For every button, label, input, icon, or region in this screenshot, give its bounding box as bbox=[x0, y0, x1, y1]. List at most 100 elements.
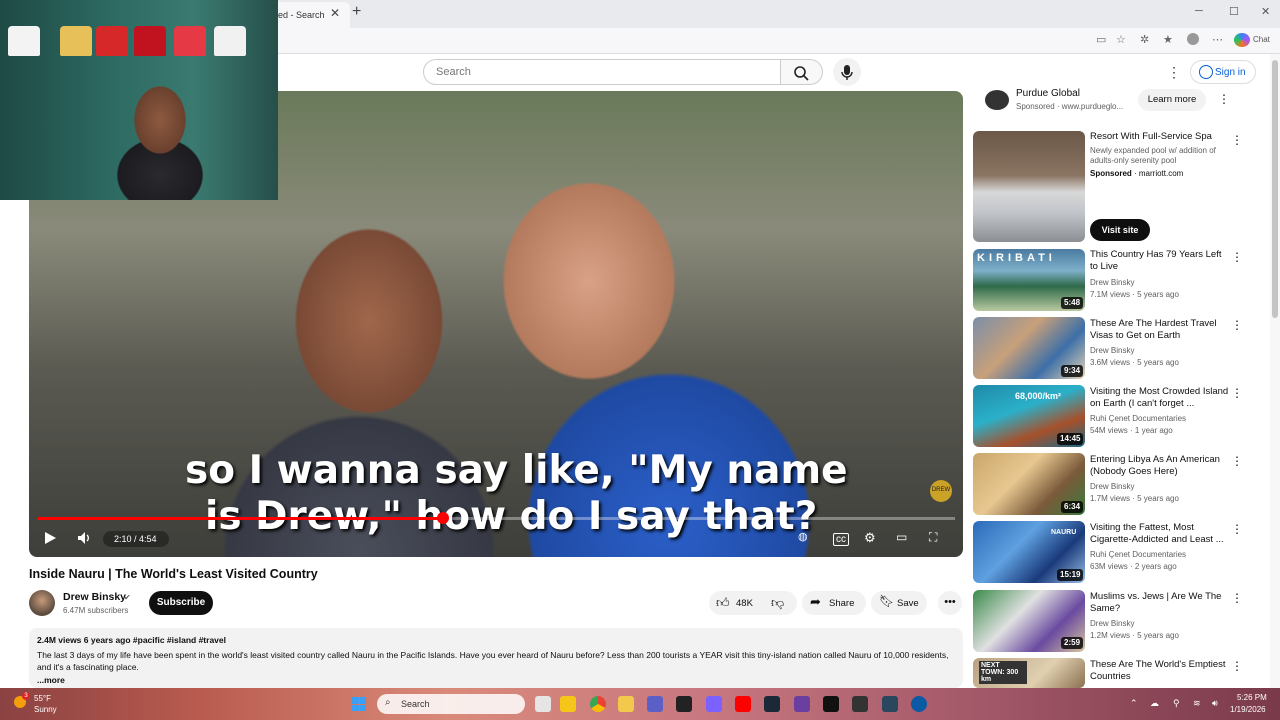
tray-app-icon[interactable]: ☁ bbox=[1150, 698, 1159, 709]
windows-taskbar bbox=[0, 688, 1280, 720]
rec-title[interactable]: These Are The World's Emptiest Countries bbox=[1090, 659, 1230, 683]
description-text: The last 3 days of my life have been spe… bbox=[37, 650, 949, 672]
app-icon[interactable] bbox=[647, 696, 663, 712]
more-options-icon[interactable]: ⋮ bbox=[1231, 522, 1243, 536]
tray-usb-icon[interactable]: ⚲ bbox=[1173, 698, 1180, 709]
taskbar-search-label: Search bbox=[401, 699, 430, 709]
more-options-icon[interactable]: ⋮ bbox=[1231, 133, 1243, 147]
save-label: Save bbox=[897, 598, 919, 609]
more-options-icon[interactable]: ⋮ bbox=[1231, 318, 1243, 332]
app-icon[interactable] bbox=[560, 696, 576, 712]
progress-scrubber[interactable] bbox=[436, 512, 449, 524]
scrollbar-thumb[interactable] bbox=[1272, 60, 1278, 318]
sign-in-label: Sign in bbox=[1215, 67, 1246, 78]
taskbar-search[interactable]: Search bbox=[377, 694, 525, 714]
taskbar-time[interactable]: 5:26 PM bbox=[1237, 693, 1267, 702]
rec-title[interactable]: These Are The Hardest Travel Visas to Ge… bbox=[1090, 318, 1230, 342]
rec-meta: 1.2M views · 5 years ago bbox=[1090, 631, 1179, 640]
more-options-icon[interactable]: ⋮ bbox=[1218, 92, 1230, 106]
fullscreen-icon[interactable]: ⛶ bbox=[929, 530, 937, 545]
thumbs-down-icon[interactable]: 👎︎ bbox=[771, 595, 784, 611]
search-button[interactable] bbox=[781, 59, 823, 85]
theater-mode-icon[interactable]: ▭ bbox=[896, 530, 907, 544]
visit-site-button[interactable]: Visit site bbox=[1090, 219, 1150, 241]
file-explorer-icon[interactable] bbox=[618, 696, 634, 712]
more-actions-button[interactable]: ••• bbox=[938, 591, 962, 615]
app-icon[interactable] bbox=[676, 696, 692, 712]
rec-title[interactable]: This Country Has 79 Years Left to Live bbox=[1090, 249, 1230, 273]
maximize-button[interactable]: ☐ bbox=[1229, 5, 1239, 18]
rec-channel[interactable]: Drew Binsky bbox=[1090, 482, 1134, 491]
learn-more-button[interactable]: Learn more bbox=[1138, 89, 1206, 111]
more-options-icon[interactable]: ⋮ bbox=[1231, 454, 1243, 468]
tab-close-icon[interactable]: ✕ bbox=[330, 6, 340, 20]
rec-channel[interactable]: Drew Binsky bbox=[1090, 619, 1134, 628]
new-tab-button[interactable]: + bbox=[352, 3, 361, 21]
play-button[interactable] bbox=[42, 530, 58, 549]
rec-thumbnail[interactable]: NEXT TOWN: 300 km bbox=[973, 658, 1085, 688]
tray-expand-icon[interactable]: ⌃ bbox=[1130, 698, 1138, 709]
rec-duration: 5:48 bbox=[1061, 297, 1084, 309]
settings-gear-icon[interactable]: ⚙ bbox=[864, 530, 876, 546]
chrome-icon[interactable] bbox=[590, 696, 606, 712]
wifi-icon[interactable]: ≋ bbox=[1193, 698, 1201, 709]
rec-channel[interactable]: Ruhi Çenet Documentaries bbox=[1090, 550, 1186, 559]
channel-avatar[interactable] bbox=[29, 590, 55, 616]
advertiser-name[interactable]: Purdue Global bbox=[1016, 88, 1080, 99]
tab-title: ed - Search bbox=[278, 10, 325, 20]
captions-button[interactable]: cc bbox=[833, 533, 849, 546]
edge-icon[interactable] bbox=[911, 696, 927, 712]
like-count[interactable]: 48K bbox=[736, 598, 753, 609]
settings-menu-button[interactable]: ⋮ bbox=[1167, 64, 1181, 81]
channel-watermark[interactable]: DREW bbox=[930, 480, 952, 502]
ad-title[interactable]: Resort With Full-Service Spa bbox=[1090, 131, 1212, 142]
favorite-star-icon[interactable]: ☆ bbox=[1116, 33, 1126, 46]
rec-title[interactable]: Entering Libya As An American (Nobody Go… bbox=[1090, 454, 1230, 478]
steam-icon[interactable] bbox=[764, 696, 780, 712]
voice-search-button[interactable] bbox=[833, 58, 861, 86]
ad-thumbnail[interactable] bbox=[973, 131, 1085, 242]
windows-start-button[interactable] bbox=[352, 697, 366, 711]
more-options-icon[interactable]: ⋮ bbox=[1231, 659, 1243, 673]
thumbs-up-icon[interactable]: 👍︎ bbox=[716, 595, 730, 611]
more-options-icon[interactable]: ⋮ bbox=[1231, 386, 1243, 400]
subscribe-button[interactable]: Subscribe bbox=[149, 591, 213, 615]
app-icon[interactable] bbox=[706, 696, 722, 712]
channel-name[interactable]: Drew Binsky bbox=[63, 591, 126, 603]
rec-duration: 9:34 bbox=[1061, 365, 1084, 377]
mute-button[interactable] bbox=[76, 530, 92, 549]
taskbar-date[interactable]: 1/19/2026 bbox=[1230, 705, 1266, 714]
weather-temperature[interactable]: 55°F bbox=[34, 694, 51, 703]
copilot-icon[interactable] bbox=[1234, 33, 1250, 47]
rec-title[interactable]: Muslims vs. Jews | Are We The Same? bbox=[1090, 591, 1230, 615]
rec-title[interactable]: Visiting the Fattest, Most Cigarette-Add… bbox=[1090, 522, 1230, 546]
more-options-icon[interactable]: ⋮ bbox=[1231, 250, 1243, 264]
account-icon bbox=[1199, 65, 1213, 79]
favorites-icon[interactable]: ★ bbox=[1163, 33, 1173, 46]
description-more-link[interactable]: ...more bbox=[37, 675, 65, 685]
rec-title[interactable]: Visiting the Most Crowded Island on Eart… bbox=[1090, 386, 1230, 410]
ad-description: Newly expanded pool w/ addition of adult… bbox=[1090, 146, 1216, 165]
extensions-icon[interactable]: ✲ bbox=[1140, 33, 1149, 46]
profile-avatar[interactable] bbox=[1187, 33, 1199, 45]
rec-channel[interactable]: Drew Binsky bbox=[1090, 346, 1134, 355]
more-options-icon[interactable]: ⋮ bbox=[1231, 591, 1243, 605]
microphone-icon bbox=[841, 65, 853, 80]
rec-channel[interactable]: Drew Binsky bbox=[1090, 278, 1134, 287]
app-icon[interactable] bbox=[882, 696, 898, 712]
close-window-button[interactable]: ✕ bbox=[1261, 5, 1270, 18]
app-icon[interactable] bbox=[852, 696, 868, 712]
app-icon[interactable] bbox=[794, 696, 810, 712]
task-view-icon[interactable] bbox=[535, 696, 551, 712]
browser-menu-icon[interactable]: ⋯ bbox=[1212, 33, 1223, 46]
rec-channel[interactable]: Ruhi Çenet Documentaries bbox=[1090, 414, 1186, 423]
read-mode-icon[interactable]: ▭ bbox=[1096, 33, 1106, 46]
video-title: Inside Nauru | The World's Least Visited… bbox=[29, 567, 318, 581]
app-icon[interactable] bbox=[823, 696, 839, 712]
youtube-icon[interactable] bbox=[735, 696, 751, 712]
miniplayer-icon[interactable]: ◍ bbox=[798, 530, 808, 543]
volume-tray-icon[interactable]: 🔊︎ bbox=[1212, 698, 1218, 709]
minimize-button[interactable]: ─ bbox=[1195, 5, 1203, 17]
search-input[interactable]: Search bbox=[423, 59, 781, 85]
rec-duration: 6:34 bbox=[1061, 501, 1084, 513]
